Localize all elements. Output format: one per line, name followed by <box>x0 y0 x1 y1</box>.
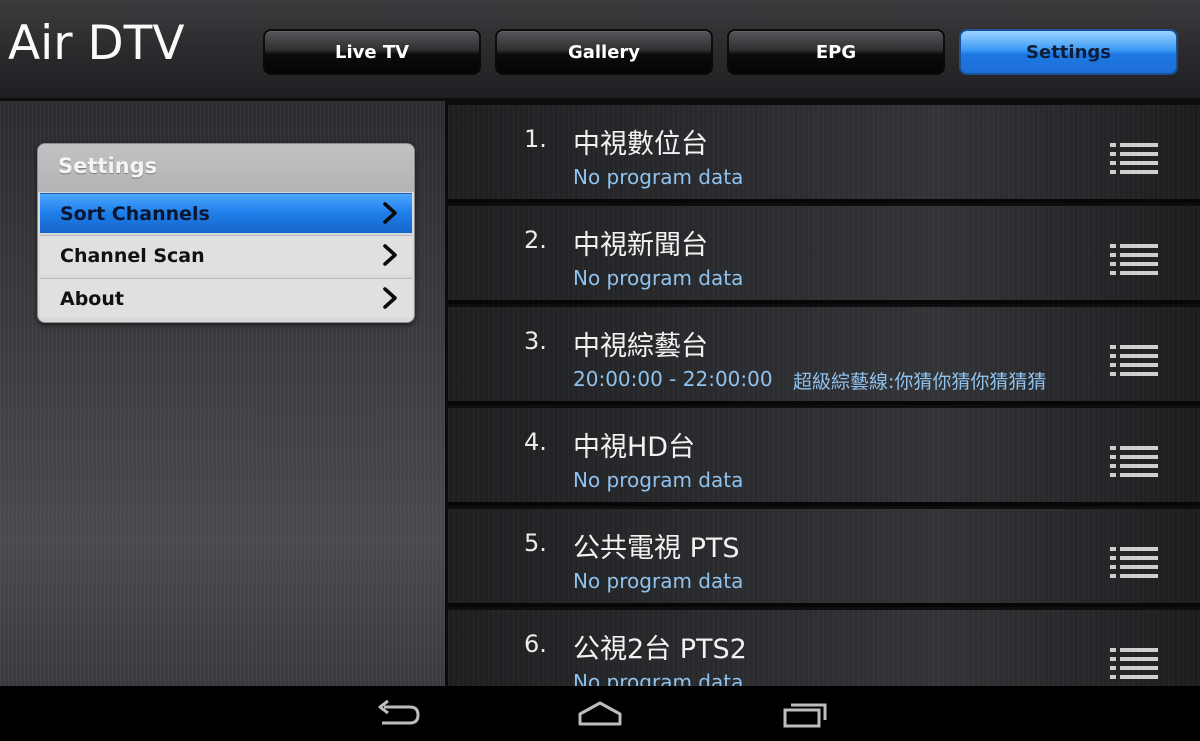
channel-name: 公共電視 PTS <box>573 533 740 564</box>
recent-apps-icon[interactable] <box>777 698 833 730</box>
channel-number: 2. <box>524 226 547 254</box>
menu-item-channel-scan[interactable]: Channel Scan <box>40 235 412 275</box>
menu-item-label: About <box>60 287 124 310</box>
system-nav-bar <box>0 686 1200 741</box>
channel-row[interactable]: 4. 中視HD台 No program data <box>448 408 1200 506</box>
channel-program-title: 超級綜藝線:你猜你猜你猜猜猜 <box>793 371 1047 393</box>
tab-epg[interactable]: EPG <box>727 29 945 75</box>
chevron-right-icon <box>383 244 397 266</box>
chevron-right-icon <box>383 202 397 224</box>
channel-name: 中視HD台 <box>573 432 696 463</box>
channel-row[interactable]: 2. 中視新聞台 No program data <box>448 206 1200 304</box>
back-icon[interactable] <box>370 698 426 730</box>
drag-handle-icon[interactable] <box>1108 343 1160 377</box>
tab-live-tv[interactable]: Live TV <box>263 29 481 75</box>
channel-program: No program data <box>573 266 744 290</box>
drag-handle-icon[interactable] <box>1108 444 1160 478</box>
channel-row[interactable]: 6. 公視2台 PTS2 No program data <box>448 610 1200 686</box>
drag-handle-icon[interactable] <box>1108 242 1160 276</box>
drag-handle-icon[interactable] <box>1108 646 1160 680</box>
channel-row[interactable]: 3. 中視綜藝台 20:00:00 - 22:00:00 超級綜藝線:你猜你猜你… <box>448 307 1200 405</box>
tab-gallery[interactable]: Gallery <box>495 29 713 75</box>
app-title: Air DTV <box>8 16 185 71</box>
menu-item-about[interactable]: About <box>40 278 412 318</box>
chevron-right-icon <box>383 287 397 309</box>
menu-item-label: Sort Channels <box>60 202 210 225</box>
channel-number: 5. <box>524 529 547 557</box>
channel-name: 公視2台 PTS2 <box>573 634 747 665</box>
channel-number: 6. <box>524 630 547 658</box>
settings-menu-card: Settings Sort Channels Channel Scan Abou… <box>37 143 415 323</box>
channel-program: No program data <box>573 468 744 492</box>
channel-program-time: 20:00:00 - 22:00:00 <box>573 367 773 391</box>
channel-name: 中視綜藝台 <box>573 331 708 362</box>
settings-menu-title: Settings <box>58 154 158 178</box>
menu-item-sort-channels[interactable]: Sort Channels <box>40 193 412 233</box>
channel-number: 4. <box>524 428 547 456</box>
drag-handle-icon[interactable] <box>1108 141 1160 175</box>
channel-number: 3. <box>524 327 547 355</box>
channel-name: 中視數位台 <box>573 129 708 160</box>
channel-list[interactable]: 1. 中視數位台 No program data 2. 中視新聞台 No pro… <box>448 101 1200 686</box>
channel-row[interactable]: 1. 中視數位台 No program data <box>448 105 1200 203</box>
channel-row[interactable]: 5. 公共電視 PTS No program data <box>448 509 1200 607</box>
channel-name: 中視新聞台 <box>573 230 708 261</box>
channel-number: 1. <box>524 125 547 153</box>
drag-handle-icon[interactable] <box>1108 545 1160 579</box>
channel-program: No program data <box>573 670 744 686</box>
channel-program: No program data <box>573 165 744 189</box>
tab-settings[interactable]: Settings <box>959 29 1178 75</box>
channel-program: No program data <box>573 569 744 593</box>
menu-item-label: Channel Scan <box>60 244 205 267</box>
header-bar: Air DTV Live TV Gallery EPG Settings <box>0 0 1200 101</box>
home-icon[interactable] <box>572 698 628 730</box>
app-window: Air DTV Live TV Gallery EPG Settings Set… <box>0 0 1200 741</box>
